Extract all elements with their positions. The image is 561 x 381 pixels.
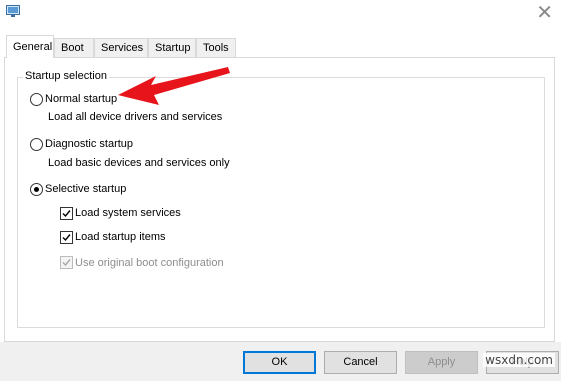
apply-button: Apply xyxy=(405,351,478,374)
close-icon[interactable]: ✕ xyxy=(536,2,553,22)
group-legend: Startup selection xyxy=(23,70,109,82)
msconfig-icon xyxy=(6,5,20,17)
load-startup-items-label[interactable]: Load startup items xyxy=(75,231,166,243)
checkmark-icon xyxy=(62,210,71,218)
tab-services[interactable]: Services xyxy=(94,38,148,57)
checkmark-icon xyxy=(62,234,71,242)
tab-boot[interactable]: Boot xyxy=(54,38,94,57)
tab-general[interactable]: General xyxy=(6,35,54,58)
use-original-boot-config-checkbox xyxy=(60,256,73,269)
selective-startup-radio[interactable] xyxy=(30,183,43,196)
diagnostic-startup-label[interactable]: Diagnostic startup xyxy=(45,138,133,150)
checkmark-icon xyxy=(62,259,71,267)
load-startup-items-checkbox[interactable] xyxy=(60,231,73,244)
load-system-services-label[interactable]: Load system services xyxy=(75,207,181,219)
use-original-boot-config-label: Use original boot configuration xyxy=(75,257,224,269)
radio-selected-dot xyxy=(34,187,39,192)
selective-startup-label[interactable]: Selective startup xyxy=(45,183,126,195)
normal-startup-radio[interactable] xyxy=(30,93,43,106)
load-system-services-checkbox[interactable] xyxy=(60,207,73,220)
cancel-button[interactable]: Cancel xyxy=(324,351,397,374)
normal-startup-label[interactable]: Normal startup xyxy=(45,93,117,105)
tab-tools[interactable]: Tools xyxy=(196,38,236,57)
tab-startup[interactable]: Startup xyxy=(148,38,196,57)
watermark: wsxdn.com xyxy=(483,353,555,367)
ok-button[interactable]: OK xyxy=(243,351,316,374)
diagnostic-startup-radio[interactable] xyxy=(30,138,43,151)
red-arrow-icon xyxy=(118,64,233,113)
diagnostic-startup-description: Load basic devices and services only xyxy=(48,157,230,169)
